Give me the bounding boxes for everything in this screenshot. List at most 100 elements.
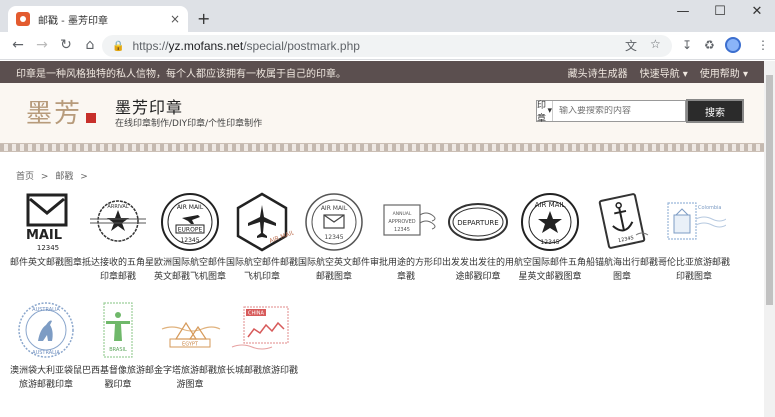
decorative-divider xyxy=(0,143,764,152)
stamp-name[interactable]: 审批用途的方形印章戳 xyxy=(370,256,442,284)
stamp-name[interactable]: 哥伦比亚旅游邮戳印戳图章 xyxy=(658,256,730,284)
breadcrumb-current[interactable]: 邮戳 xyxy=(55,172,73,182)
svg-text:EGYPT: EGYPT xyxy=(182,342,199,348)
site-logo[interactable]: 墨芳 xyxy=(26,93,96,133)
stamp-item[interactable]: AUSTRALIA AUSTRALIA 澳洲袋大利亚袋鼠旅游邮戳印章 xyxy=(10,298,82,392)
airmail-envelope-round-stamp-icon: AIR MAIL 12345 xyxy=(299,190,369,254)
departure-oval-stamp-icon: DEPARTURE xyxy=(443,190,513,254)
svg-text:12345: 12345 xyxy=(37,244,59,252)
svg-text:ANNUAL: ANNUAL xyxy=(393,211,412,217)
brand-title[interactable]: 墨芳印章 xyxy=(115,94,183,118)
address-bar: ← → ↻ ⌂ 🔒 https://yz.mofans.net/special/… xyxy=(0,32,775,60)
top-link-poem[interactable]: 藏头诗生成器 xyxy=(568,65,628,80)
stamp-item[interactable]: ANNUAL APPROVED 12345 审批用途的方形印章戳 xyxy=(370,190,442,284)
new-tab-button[interactable]: + xyxy=(197,9,210,28)
lock-icon: 🔒 xyxy=(112,40,125,52)
svg-text:ARRIVAL: ARRIVAL xyxy=(107,204,128,210)
browser-tab[interactable]: 邮戳 - 墨芳印章 × xyxy=(8,6,188,32)
logo-seal-icon xyxy=(86,113,96,123)
europe-airmail-stamp-icon: AIR MAIL EUROPE 12345 xyxy=(155,190,225,254)
stamp-name[interactable]: 长城邮戳旅游印戳 xyxy=(226,364,298,378)
stamp-name[interactable]: 澳洲袋大利亚袋鼠旅游邮戳印章 xyxy=(10,364,82,392)
stamp-name[interactable]: 出发发出发往的用途邮戳印章 xyxy=(442,256,514,284)
search-input[interactable] xyxy=(553,106,685,116)
maximize-icon[interactable]: ☐ xyxy=(705,4,735,19)
url-field[interactable]: 🔒 https://yz.mofans.net/special/postmark… xyxy=(102,35,672,57)
svg-text:DEPARTURE: DEPARTURE xyxy=(457,219,498,227)
breadcrumb: 首页 > 邮戳 > xyxy=(16,169,92,182)
stamp-name[interactable]: 国际航空英文邮件邮戳图章 xyxy=(298,256,370,284)
svg-text:12345: 12345 xyxy=(324,234,343,241)
svg-text:EUROPE: EUROPE xyxy=(178,227,203,234)
anchor-stamp-icon: 12345 xyxy=(587,190,657,254)
scrollbar-thumb[interactable] xyxy=(766,75,773,305)
top-link-help[interactable]: 使用帮助 ▾ xyxy=(700,65,748,80)
tab-close-icon[interactable]: × xyxy=(170,12,180,26)
site-slogan: 印章是一种风格独特的私人信物，每个人都应该拥有一枚属于自己的印章。 xyxy=(16,68,346,80)
svg-text:MAIL: MAIL xyxy=(26,228,62,243)
stamp-name[interactable]: 国际航空邮件邮戳飞机印章 xyxy=(226,256,298,284)
svg-text:Colombia: Colombia xyxy=(698,205,722,211)
minimize-icon[interactable]: — xyxy=(668,4,698,19)
stamp-name[interactable]: 巴西基督像旅游邮戳印章 xyxy=(82,364,154,392)
svg-text:CHINA: CHINA xyxy=(248,311,264,317)
translate-icon[interactable]: 文 xyxy=(625,37,637,54)
stamp-item[interactable]: AIR MAIL 12345 航空国际邮件五角星英文邮戳图章 xyxy=(514,190,586,284)
search-box: 印章 ▾ xyxy=(536,100,686,124)
colombia-travel-stamp-icon: Colombia xyxy=(659,190,729,254)
stamp-item[interactable]: BRASIL 巴西基督像旅游邮戳印章 xyxy=(82,298,154,392)
stamp-name[interactable]: 船锚航海出行邮戳图章 xyxy=(586,256,658,284)
stamp-name[interactable]: 金字塔旅游邮戳旅游图章 xyxy=(154,364,226,392)
url-text: https://yz.mofans.net/special/postmark.p… xyxy=(132,39,360,53)
stamp-item[interactable]: DEPARTURE 出发发出发往的用途邮戳印章 xyxy=(442,190,514,284)
tab-title: 邮戳 - 墨芳印章 xyxy=(38,15,108,27)
stamp-name[interactable]: 邮件英文邮戳图章 xyxy=(10,256,82,270)
stamp-item[interactable]: CHINA 长城邮戳旅游印戳 xyxy=(226,298,298,378)
svg-text:AIR MAIL: AIR MAIL xyxy=(321,205,348,212)
profile-avatar[interactable] xyxy=(725,37,741,53)
plane-hexagon-stamp-icon: AIR MAIL xyxy=(227,190,297,254)
stamp-name[interactable]: 抵达接收的五角星印章邮戳 xyxy=(82,256,154,284)
extensions-icon[interactable]: ♻ xyxy=(704,38,715,52)
download-icon[interactable]: ↧ xyxy=(682,38,692,52)
svg-text:APPROVED: APPROVED xyxy=(388,219,415,225)
site-top-bar: 印章是一种风格独特的私人信物，每个人都应该拥有一枚属于自己的印章。 藏头诗生成器… xyxy=(0,61,764,83)
svg-text:AIR MAIL: AIR MAIL xyxy=(535,201,566,209)
site-favicon-icon xyxy=(16,12,30,26)
stamp-item[interactable]: 12345 船锚航海出行邮戳图章 xyxy=(586,190,658,284)
breadcrumb-separator: > xyxy=(40,172,49,182)
page-scrollbar[interactable] xyxy=(764,61,775,417)
svg-text:AIR MAIL: AIR MAIL xyxy=(268,229,294,245)
forward-icon[interactable]: → xyxy=(32,37,52,53)
stamp-item[interactable]: MAIL 12345 邮件英文邮戳图章 xyxy=(10,190,82,270)
stamp-item[interactable]: AIR MAIL 国际航空邮件邮戳飞机印章 xyxy=(226,190,298,284)
stamp-item[interactable]: EGYPT 金字塔旅游邮戳旅游图章 xyxy=(154,298,226,392)
stamp-item[interactable]: AIR MAIL EUROPE 12345 欧洲国际航空邮件英文邮戳飞机图章 xyxy=(154,190,226,284)
bookmark-star-icon[interactable]: ☆ xyxy=(650,37,661,51)
search-button[interactable]: 搜索 xyxy=(686,99,744,123)
search-type-select[interactable]: 印章 ▾ xyxy=(537,101,553,124)
tab-strip: 邮戳 - 墨芳印章 × + — ☐ ✕ xyxy=(0,0,775,32)
home-icon[interactable]: ⌂ xyxy=(80,37,100,53)
stamp-item[interactable]: AIR MAIL 12345 国际航空英文邮件邮戳图章 xyxy=(298,190,370,284)
back-icon[interactable]: ← xyxy=(8,37,28,53)
menu-icon[interactable]: ⋮ xyxy=(757,38,769,52)
egypt-pyramid-stamp-icon: EGYPT xyxy=(155,298,225,362)
china-great-wall-stamp-icon: CHINA xyxy=(227,298,297,362)
logo-text: 墨芳 xyxy=(26,99,83,129)
svg-text:12345: 12345 xyxy=(540,239,559,246)
stamp-name[interactable]: 航空国际邮件五角星英文邮戳图章 xyxy=(514,256,586,284)
reload-icon[interactable]: ↻ xyxy=(56,37,76,53)
arrival-star-stamp-icon: ARRIVAL xyxy=(83,190,153,254)
stamp-item[interactable]: ARRIVAL 抵达接收的五角星印章邮戳 xyxy=(82,190,154,284)
breadcrumb-home[interactable]: 首页 xyxy=(16,172,34,182)
brand-subtitle: 在线印章制作/DIY印章/个性印章制作 xyxy=(115,119,263,129)
stamp-item[interactable]: Colombia 哥伦比亚旅游邮戳印戳图章 xyxy=(658,190,730,284)
svg-text:12345: 12345 xyxy=(180,237,199,244)
top-link-quick-nav[interactable]: 快速导航 ▾ xyxy=(640,65,688,80)
close-window-icon[interactable]: ✕ xyxy=(742,4,772,19)
stamp-name[interactable]: 欧洲国际航空邮件英文邮戳飞机图章 xyxy=(154,256,226,284)
breadcrumb-separator: > xyxy=(80,172,88,182)
site-header: 墨芳 墨芳印章 在线印章制作/DIY印章/个性印章制作 印章▾ 搜索 xyxy=(0,83,764,143)
mail-envelope-stamp-icon: MAIL 12345 xyxy=(11,190,81,254)
